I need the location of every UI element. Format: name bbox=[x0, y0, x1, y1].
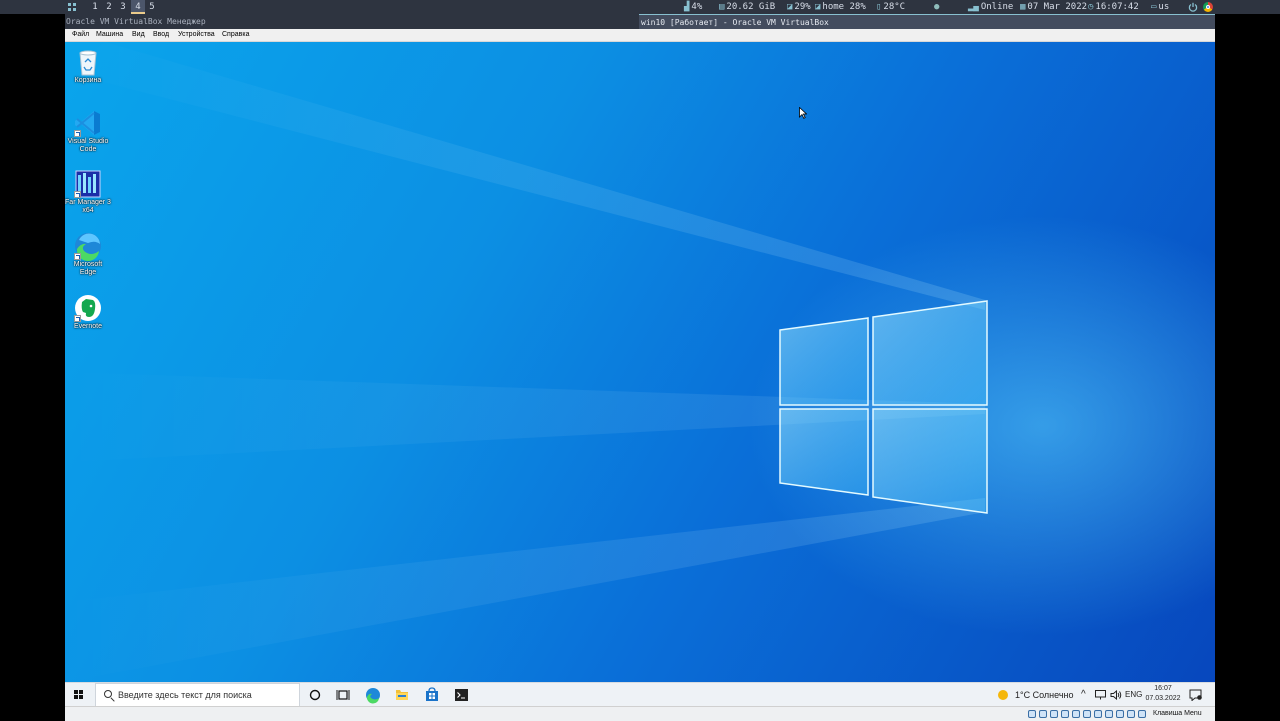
disk-home-widget: ◪ home 28% bbox=[815, 2, 866, 12]
temperature-widget: ▯ 28°C bbox=[876, 2, 906, 12]
sun-icon bbox=[998, 690, 1008, 700]
disk-icon: ◪ bbox=[787, 2, 793, 12]
menu-devices[interactable]: Устройства bbox=[178, 29, 215, 41]
vbox-menu-bar: Файл Машина Вид Ввод Устройства Справка bbox=[65, 29, 1215, 42]
wm-status-bar: 1 2 3 4 5 ▟ 4% ▤ 20.62 GiB ◪ 29% ◪ home 28% … bbox=[0, 0, 1280, 14]
cortana-button[interactable] bbox=[301, 683, 329, 707]
menu-help[interactable]: Справка bbox=[222, 29, 249, 41]
usb-status-icon[interactable] bbox=[1072, 710, 1080, 718]
taskbar-clock[interactable]: 16:07 07.03.2022 bbox=[1145, 684, 1181, 704]
cpu-widget: ▟ 4% bbox=[684, 2, 703, 12]
wallpaper-light-beams bbox=[65, 42, 985, 682]
menu-input[interactable]: Ввод bbox=[153, 29, 169, 41]
workspace-1[interactable]: 1 bbox=[88, 0, 102, 14]
windows-logo-wallpaper bbox=[779, 300, 988, 514]
clock-time: 16:07 bbox=[1154, 685, 1172, 692]
shortcut-arrow-icon bbox=[74, 253, 81, 260]
network-adapter-icon[interactable] bbox=[1061, 710, 1069, 718]
taskbar-terminal-button[interactable] bbox=[447, 683, 475, 707]
cpu-chart-icon: ▟ bbox=[684, 2, 690, 12]
desktop-icon-vscode[interactable]: Visual Studio Code bbox=[65, 108, 111, 154]
store-icon bbox=[426, 687, 438, 701]
palette-icon[interactable]: ● bbox=[934, 0, 941, 14]
memory-icon: ▤ bbox=[719, 2, 725, 12]
vbox-status-bar: Клавиша Menu bbox=[65, 706, 1215, 721]
windows-taskbar: Введите здесь текст для поиска 1°C Солне… bbox=[65, 682, 1215, 707]
menu-view[interactable]: Вид bbox=[132, 29, 145, 41]
network-widget: ▂▄ Online bbox=[968, 2, 1014, 12]
workspace-4[interactable]: 4 bbox=[131, 0, 145, 14]
chrome-icon[interactable] bbox=[1203, 2, 1213, 12]
grid-menu-icon[interactable] bbox=[68, 3, 76, 11]
disk-icon: ◪ bbox=[815, 2, 821, 12]
signal-icon: ▂▄ bbox=[968, 2, 979, 12]
window-title-bar: Oracle VM VirtualBox Менеджер win10 [Раб… bbox=[65, 14, 1215, 29]
date-widget: ▦ 07 Mar 2022 bbox=[1020, 2, 1088, 12]
audio-status-icon[interactable] bbox=[1050, 710, 1058, 718]
desktop-icon-evernote[interactable]: Evernote bbox=[65, 293, 111, 331]
mouse-cursor-icon bbox=[799, 107, 807, 119]
thermometer-icon: ▯ bbox=[876, 2, 882, 12]
search-placeholder: Введите здесь текст для поиска bbox=[118, 690, 252, 700]
cpu-status-icon[interactable] bbox=[1116, 710, 1124, 718]
calendar-icon: ▦ bbox=[1020, 2, 1026, 12]
optical-drive-icon[interactable] bbox=[1039, 710, 1047, 718]
taskbar-edge-button[interactable] bbox=[359, 683, 387, 707]
language-indicator[interactable]: ENG bbox=[1125, 683, 1142, 707]
desktop-icon-edge[interactable]: Microsoft Edge bbox=[65, 231, 111, 277]
vm-window-title[interactable]: win10 [Работает] - Oracle VM VirtualBox bbox=[639, 14, 1215, 29]
network-icon[interactable] bbox=[1095, 690, 1106, 700]
clock-widget: ◷ 16:07:42 bbox=[1088, 2, 1139, 12]
shared-folders-icon[interactable] bbox=[1083, 710, 1091, 718]
shortcut-arrow-icon bbox=[74, 191, 81, 198]
desktop-icon-recycle-bin[interactable]: Корзина bbox=[65, 47, 111, 85]
search-icon bbox=[104, 690, 112, 698]
keyboard-icon: ▭ bbox=[1151, 2, 1157, 12]
vbox-manager-title[interactable]: Oracle VM VirtualBox Менеджер bbox=[65, 14, 640, 29]
start-button[interactable] bbox=[65, 683, 93, 707]
keyboard-layout-widget[interactable]: ▭ us bbox=[1151, 0, 1169, 14]
clock-date: 07.03.2022 bbox=[1145, 695, 1181, 702]
edge-icon bbox=[366, 688, 380, 704]
clock-icon: ◷ bbox=[1088, 2, 1094, 12]
keyboard-capture-icon[interactable] bbox=[1138, 710, 1146, 718]
workspace-3[interactable]: 3 bbox=[116, 0, 130, 14]
taskbar-file-explorer-button[interactable] bbox=[388, 683, 416, 707]
shortcut-arrow-icon bbox=[74, 130, 81, 137]
chevron-up-icon[interactable]: ^ bbox=[1081, 683, 1086, 707]
memory-widget: ▤ 20.62 GiB bbox=[719, 2, 776, 12]
notifications-icon[interactable] bbox=[1189, 689, 1202, 701]
hdd-status-icon[interactable] bbox=[1028, 710, 1036, 718]
cortana-icon bbox=[309, 689, 321, 701]
shortcut-arrow-icon bbox=[74, 315, 81, 322]
menu-file[interactable]: Файл bbox=[72, 29, 89, 41]
disk-root-widget: ◪ 29% bbox=[787, 2, 811, 12]
menu-machine[interactable]: Машина bbox=[96, 29, 123, 41]
task-view-icon bbox=[336, 690, 350, 700]
mouse-integration-icon[interactable] bbox=[1127, 710, 1135, 718]
workspace-5[interactable]: 5 bbox=[145, 0, 159, 14]
recycle-bin-icon bbox=[79, 50, 97, 76]
display-status-icon[interactable] bbox=[1094, 710, 1102, 718]
file-explorer-icon bbox=[396, 690, 408, 700]
windows-desktop[interactable]: Корзина Visual Studio Code Far Manager 3… bbox=[65, 42, 1215, 682]
recording-status-icon[interactable] bbox=[1105, 710, 1113, 718]
weather-widget[interactable]: 1°C Солнечно bbox=[1015, 683, 1074, 707]
power-icon[interactable] bbox=[1188, 2, 1198, 12]
taskbar-store-button[interactable] bbox=[418, 683, 446, 707]
taskbar-search-box[interactable]: Введите здесь текст для поиска bbox=[95, 683, 300, 707]
workspace-2[interactable]: 2 bbox=[102, 0, 116, 14]
terminal-icon bbox=[455, 689, 468, 701]
host-key-label: Клавиша Menu bbox=[1153, 710, 1202, 717]
volume-icon[interactable] bbox=[1110, 690, 1122, 700]
task-view-button[interactable] bbox=[329, 683, 357, 707]
desktop-icon-far-manager[interactable]: Far Manager 3 x64 bbox=[65, 169, 111, 215]
